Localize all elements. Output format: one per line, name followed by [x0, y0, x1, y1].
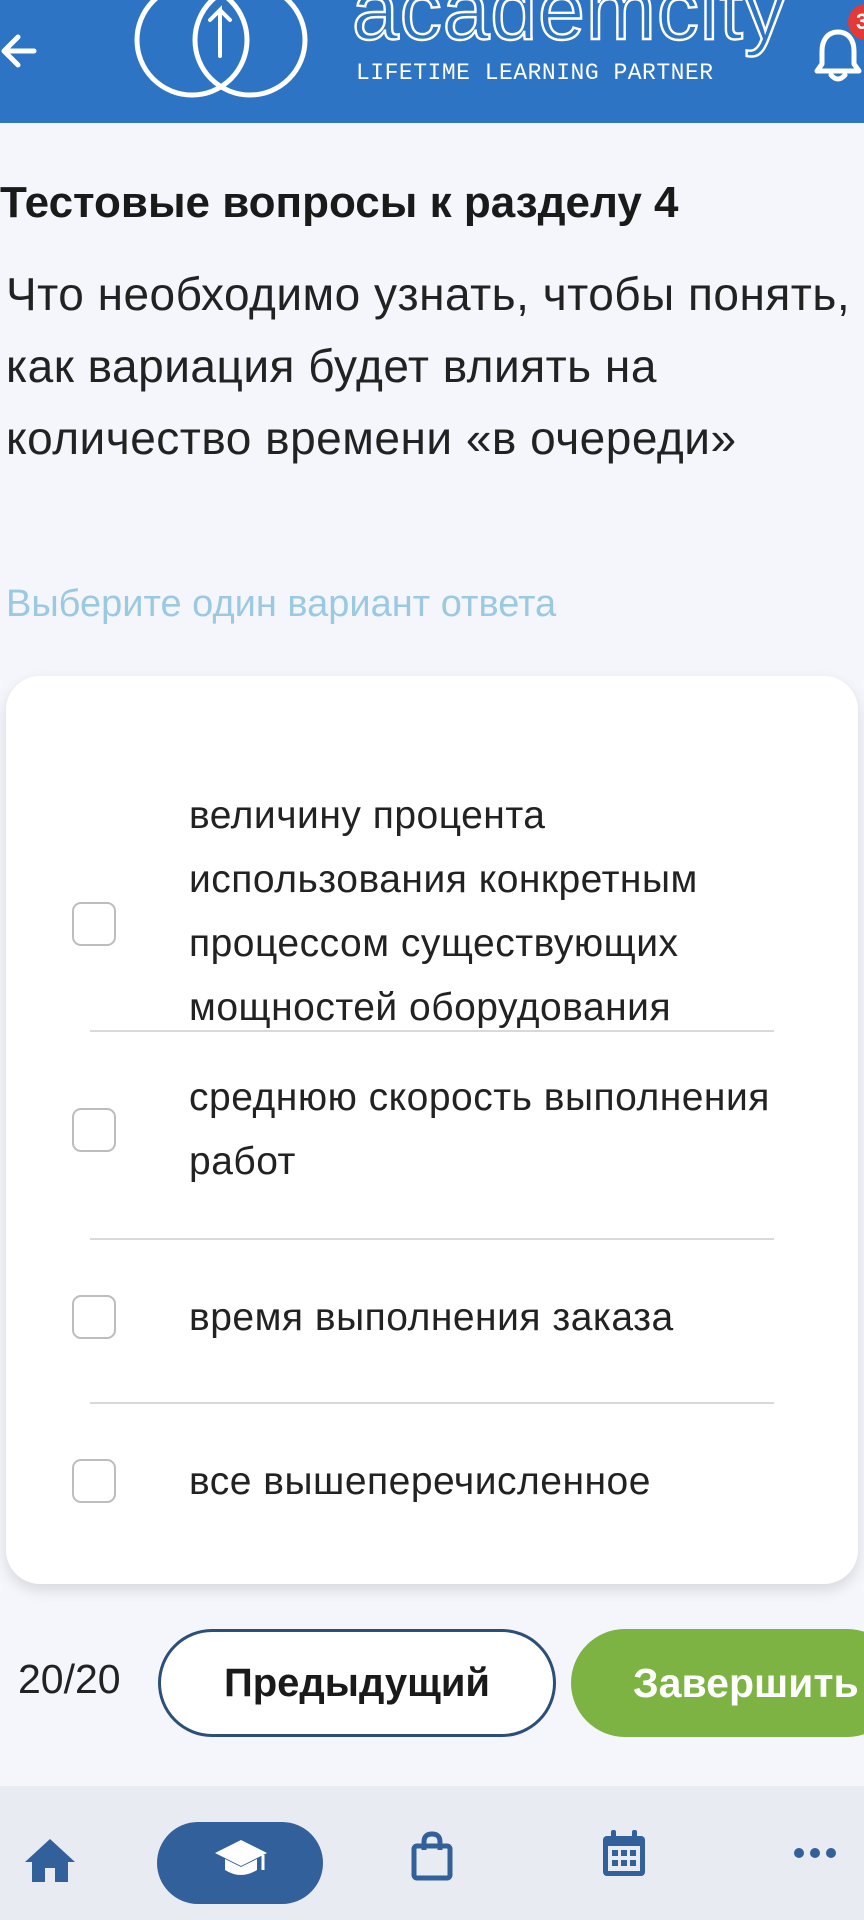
- home-icon: [25, 1839, 75, 1882]
- logo-mark-icon: [134, 0, 308, 98]
- option-checkbox[interactable]: [72, 1108, 116, 1152]
- option-checkbox[interactable]: [72, 1295, 116, 1339]
- question-text: Что необходимо узнать, чтобы понять, как…: [6, 268, 851, 464]
- option-label: время выполнения заказа: [189, 1296, 674, 1339]
- app-header: academcity LIFETIME LEARNING PARTNER 3: [0, 0, 864, 123]
- finish-button[interactable]: Завершить: [571, 1629, 864, 1737]
- logo-tagline: LIFETIME LEARNING PARTNER: [356, 60, 714, 86]
- answer-hint: Выберите один вариант ответа: [6, 583, 557, 625]
- bottom-navigation: [0, 1786, 864, 1920]
- nav-home[interactable]: [20, 1786, 80, 1920]
- option-checkbox[interactable]: [72, 1459, 116, 1503]
- nav-courses[interactable]: [157, 1786, 323, 1920]
- option-checkbox[interactable]: [72, 902, 116, 946]
- nav-shop[interactable]: [405, 1786, 455, 1920]
- academcity-logo: academcity LIFETIME LEARNING PARTNER: [130, 0, 787, 123]
- option-label: все вышеперечисленное: [189, 1460, 651, 1503]
- option-label: величину процента использования конкретн…: [189, 794, 698, 1029]
- answer-option-4[interactable]: все вышеперечисленное: [6, 1404, 858, 1564]
- nav-more[interactable]: [790, 1786, 840, 1920]
- logo-wordmark: academcity: [351, 0, 787, 57]
- calendar-icon: [603, 1830, 645, 1876]
- option-label: среднюю скорость выполнения работ: [189, 1076, 770, 1183]
- back-button[interactable]: [0, 26, 40, 74]
- answer-options-card: величину процента использования конкретн…: [6, 676, 858, 1584]
- nav-calendar[interactable]: [596, 1786, 652, 1920]
- back-arrow-icon: [1, 34, 37, 68]
- more-icon: [794, 1848, 836, 1858]
- question-counter: 20/20: [18, 1656, 121, 1702]
- answer-option-1[interactable]: величину процента использования конкретн…: [6, 738, 858, 1029]
- previous-button[interactable]: Предыдущий: [158, 1629, 556, 1737]
- section-title: Тестовые вопросы к разделу 4: [0, 178, 679, 227]
- answer-option-3[interactable]: время выполнения заказа: [6, 1240, 858, 1400]
- graduation-cap-icon: [215, 1840, 267, 1875]
- shopping-bag-icon: [411, 1831, 453, 1881]
- answer-option-2[interactable]: среднюю скорость выполнения работ: [6, 1032, 858, 1238]
